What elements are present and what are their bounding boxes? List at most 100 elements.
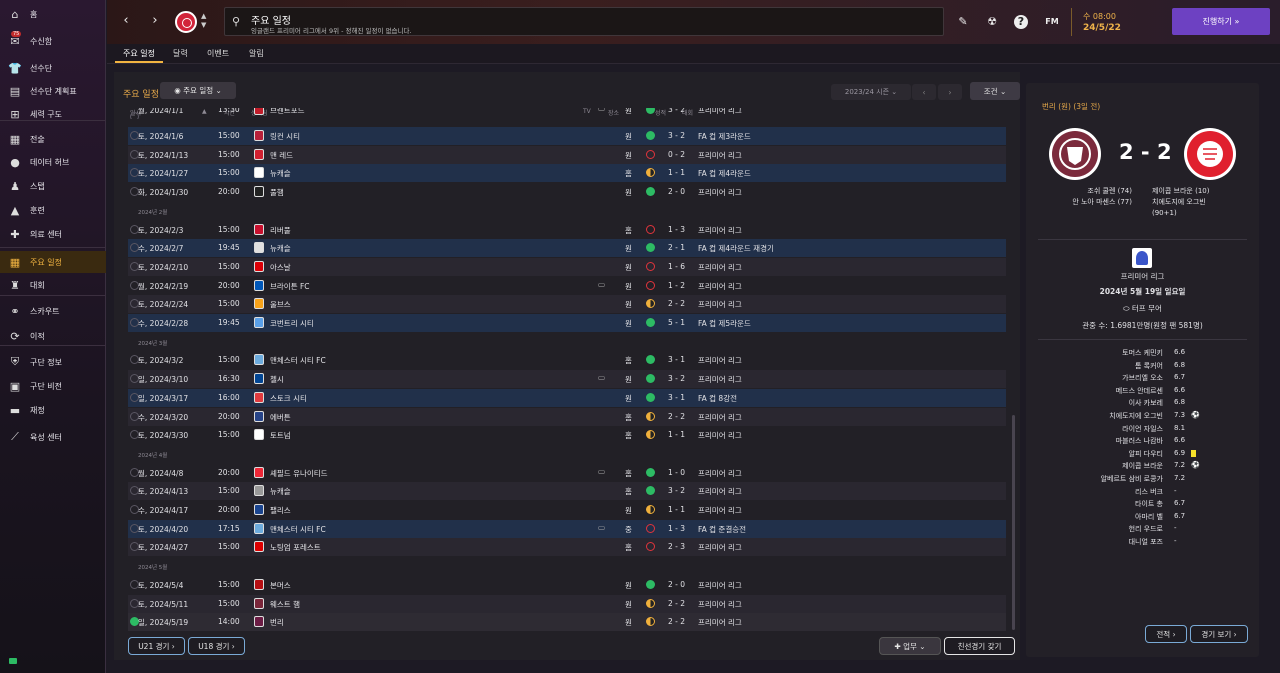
fixture-row[interactable]: 토, 2024/1/13 15:00 맨 레드 원 0 - 2 프리미어 리그 [128, 145, 1006, 164]
sidebar-item-scout[interactable]: ⚭ 스카우트 [0, 300, 106, 322]
fixture-row[interactable]: 화, 2024/1/30 20:00 풀햄 원 2 - 0 프리미어 리그 [128, 183, 1006, 201]
fixture-row[interactable]: 월, 2024/4/8 20:00 셰필드 유나이티드 ▭ 홈 1 - 0 프리미어 리그 [128, 464, 1006, 482]
club-switch-icon[interactable]: ▲ ▼ [201, 12, 206, 30]
sidebar-item-tactics[interactable]: ▦ 전술 [0, 128, 106, 150]
fixture-row[interactable]: 토, 2024/2/10 15:00 아스날 원 1 - 6 프리미어 리그 [128, 257, 1006, 276]
fixture-row[interactable]: 토, 2024/2/3 15:00 리버풀 홈 1 - 3 프리미어 리그 [128, 221, 1006, 239]
tab-alerts[interactable]: 알림 [249, 48, 264, 59]
next-season-button[interactable]: › [938, 84, 962, 100]
u18-matches-button[interactable]: U18 경기 › [188, 637, 245, 655]
fixture-row[interactable]: 월, 2024/1/1 13:30 브렌트포드 ▭ 원 3 - 2 프리미어 리그 [128, 108, 1006, 119]
player-name[interactable]: 토머스 케민키 [1056, 348, 1163, 358]
fixture-row[interactable]: 토, 2024/5/4 15:00 본머스 원 2 - 0 프리미어 리그 [128, 576, 1006, 594]
fixture-row[interactable]: 토, 2024/3/30 15:00 토트넘 홈 1 - 1 프리미어 리그 [128, 426, 1006, 444]
prev-season-button[interactable]: ‹ [912, 84, 936, 100]
head-to-head-button[interactable]: 전적 › [1145, 625, 1187, 643]
sidebar-item-staff[interactable]: ♟ 스탭 [0, 175, 106, 197]
sidebar-item-shirt[interactable]: 👕 선수단 [0, 57, 106, 79]
sidebar-item-development[interactable]: ⟋ 육성 센터 [0, 426, 106, 448]
player-name[interactable]: 이사 카보레 [1056, 398, 1163, 408]
player-name[interactable]: 타이트 총 [1056, 499, 1163, 509]
fixture-venue: 홈 [625, 543, 632, 553]
back-arrow-icon[interactable]: ‹ [118, 13, 134, 29]
fm-menu-icon[interactable]: FM [1042, 15, 1062, 29]
sidebar-item-training[interactable]: ▲ 훈련 [0, 199, 106, 221]
u21-matches-button[interactable]: U21 경기 › [128, 637, 185, 655]
player-name[interactable]: 아마리 벨 [1056, 512, 1163, 522]
fixture-row[interactable]: 월, 2024/2/19 20:00 브라이튼 FC ▭ 원 1 - 2 프리미어 리그 [128, 277, 1006, 295]
match-header[interactable]: 번리 (원) (3일 전) [1042, 101, 1100, 112]
player-name[interactable]: 알피 다우티 [1056, 449, 1163, 459]
tasks-label: 업무 [903, 641, 917, 651]
sidebar-item-hierarchy[interactable]: ⊞ 세력 구도 [0, 103, 106, 125]
fixture-row[interactable]: 일, 2024/3/17 16:00 스토크 시티 원 3 - 1 FA 컵 8강전 [128, 388, 1006, 407]
scrollbar[interactable] [1012, 415, 1015, 630]
home-scorers: 조쉬 쿨렌 (74) 안 노아 마센스 (77) [1052, 186, 1132, 208]
tab-calendar[interactable]: 달력 [173, 48, 188, 59]
view-dropdown[interactable]: ◉ 주요 일정 ⌄ [160, 82, 236, 99]
forward-arrow-icon[interactable]: › [147, 13, 163, 29]
sidebar-item-club-info[interactable]: ⛨ 구단 정보 [0, 351, 106, 373]
fixture-row[interactable]: 수, 2024/2/28 19:45 코번트리 시티 원 5 - 1 FA 컵 제5라운드 [128, 314, 1006, 332]
sidebar-item-clipboard[interactable]: ▤ 선수단 계획표 [0, 80, 106, 102]
player-name[interactable]: 톰 록커어 [1056, 361, 1163, 371]
stadium[interactable]: ⬭ 터프 무어 [1026, 303, 1259, 314]
sidebar-item-trophy[interactable]: ♜ 대회 [0, 274, 106, 296]
search-box[interactable]: ⚲ 주요 일정 잉글랜드 프리미어 리그에서 9위 - 정해진 일정이 없습니다… [224, 7, 944, 36]
share-icon[interactable]: ☢ [985, 15, 999, 29]
fixture-row[interactable]: 토, 2024/3/2 15:00 맨체스터 시티 FC 홈 3 - 1 프리미어 리그 [128, 351, 1006, 369]
sidebar-item-label: 재정 [30, 405, 45, 415]
sidebar-item-data-hub[interactable]: ● 데이터 허브 [0, 151, 106, 173]
fixture-row[interactable]: 토, 2024/1/6 15:00 링컨 시티 원 3 - 2 FA 컵 제3라운드 [128, 127, 1006, 145]
sidebar-item-finance[interactable]: ▬ 재정 [0, 399, 106, 421]
premier-league-icon[interactable] [1132, 248, 1152, 268]
arrange-friendly-button[interactable]: 친선경기 갖기 [944, 637, 1015, 655]
player-name[interactable]: 헌리 우드로 [1056, 524, 1163, 534]
player-name[interactable]: 치에도지에 오그빈 [1056, 411, 1163, 421]
player-name[interactable]: 가브리엘 오소 [1056, 373, 1163, 383]
tasks-button[interactable]: ✚ 업무 ⌄ [879, 637, 941, 655]
player-name[interactable]: 대니얼 포즈 [1056, 537, 1163, 547]
filter-button[interactable]: 조건 ⌄ [970, 82, 1020, 100]
competition-name[interactable]: 프리미어 리그 [1026, 271, 1259, 282]
player-name[interactable]: 라이언 자일스 [1056, 424, 1163, 434]
sidebar-item-vision[interactable]: ▣ 구단 비전 [0, 375, 106, 397]
player-name[interactable]: 리스 버크 [1056, 487, 1163, 497]
player-name[interactable]: 메드스 안데르센 [1056, 386, 1163, 396]
match-header-ago: 3일 전 [1076, 102, 1098, 111]
fixture-row[interactable]: 토, 2024/2/24 15:00 울브스 원 2 - 2 프리미어 리그 [128, 295, 1006, 314]
fixture-row[interactable]: 토, 2024/4/27 15:00 노팅엄 포레스트 홈 2 - 3 프리미어 리그 [128, 538, 1006, 557]
fixture-row[interactable]: 토, 2024/4/13 15:00 뉴캐슬 홈 3 - 2 프리미어 리그 [128, 482, 1006, 501]
date-display[interactable]: 수 08:00 24/5/22 [1071, 8, 1161, 36]
fixture-row[interactable]: 토, 2024/1/27 15:00 뉴캐슬 홈 1 - 1 FA 컵 제4라운드 [128, 164, 1006, 183]
fixture-time: 20:00 [218, 187, 240, 197]
tab-schedule[interactable]: 주요 일정 [123, 48, 155, 59]
sidebar-item-transfer[interactable]: ⟳ 이적 [0, 325, 106, 347]
fixture-row[interactable]: 일, 2024/5/19 14:00 번리 원 2 - 2 프리미어 리그 [128, 613, 1006, 632]
fixture-row[interactable]: 일, 2024/3/10 16:30 첼시 ▭ 원 3 - 2 프리미어 리그 [128, 370, 1006, 389]
sidebar-item-home[interactable]: ⌂ 홈 [0, 3, 106, 25]
fixture-row[interactable]: 수, 2024/4/17 20:00 팰리스 원 1 - 1 프리미어 리그 [128, 501, 1006, 519]
continue-button[interactable]: 진행하기 » [1172, 8, 1270, 35]
player-name[interactable]: 제이콥 브라운 [1056, 461, 1163, 471]
fixture-competition: 프리미어 리그 [698, 580, 742, 590]
sidebar-item-inbox[interactable]: ✉ 75 수신함 [0, 30, 106, 52]
tab-events[interactable]: 이벤트 [207, 48, 229, 59]
club-crest-icon[interactable] [175, 11, 197, 33]
player-name[interactable]: 알베르트 삼비 로콩가 [1056, 474, 1163, 484]
burnley-crest-icon[interactable] [1048, 127, 1102, 181]
view-match-button[interactable]: 경기 보기 › [1190, 625, 1248, 643]
fixture-row[interactable]: 토, 2024/5/11 15:00 웨스트 햄 원 2 - 2 프리미어 리그 [128, 594, 1006, 613]
fixture-row[interactable]: 수, 2024/3/20 20:00 에버튼 홈 2 - 2 프리미어 리그 [128, 407, 1006, 426]
opponent-crest-icon[interactable] [1183, 127, 1237, 181]
sidebar-item-medical[interactable]: ✚ 의료 센터 [0, 223, 106, 245]
fixture-row[interactable]: 토, 2024/4/20 17:15 맨체스터 시티 FC ▭ 중 1 - 3 FA 컵 준… [128, 519, 1006, 538]
season-dropdown[interactable]: 2023/24 시즌 ⌄ [831, 84, 911, 100]
fixture-opponent: 팰리스 [270, 506, 291, 515]
pen-icon[interactable]: ✎ [956, 15, 970, 29]
help-icon[interactable]: ? [1014, 15, 1028, 29]
sidebar-item-calendar[interactable]: ▦ 주요 일정 [0, 251, 106, 273]
result-status-icon [646, 187, 655, 197]
fixture-row[interactable]: 수, 2024/2/7 19:45 뉴캐슬 원 2 - 1 FA 컵 제4라운드 재경기 [128, 239, 1006, 258]
player-name[interactable]: 마블러스 나캄바 [1056, 436, 1163, 446]
